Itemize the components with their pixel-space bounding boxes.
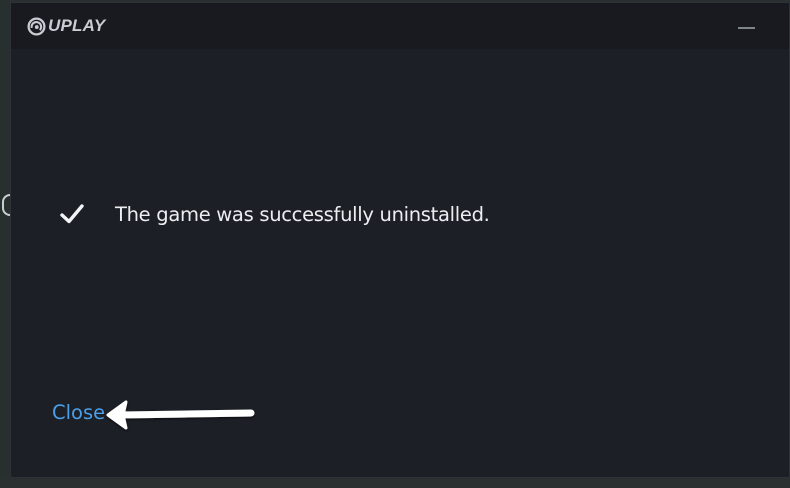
arrow-left-icon [106, 400, 255, 430]
background-bottom-strip [0, 478, 790, 488]
uplay-swirl-icon [27, 16, 46, 36]
background-glyph [2, 194, 10, 216]
logo-text: UPLAY [48, 16, 106, 35]
uplay-logo: UPLAY [27, 15, 105, 37]
checkmark-icon [60, 204, 84, 224]
status-message: The game was successfully uninstalled. [59, 199, 490, 229]
background-app-strip [0, 0, 10, 488]
minimize-button[interactable] [735, 17, 759, 37]
minimize-icon [738, 27, 755, 29]
message-text: The game was successfully uninstalled. [115, 202, 490, 226]
titlebar[interactable]: UPLAY [11, 3, 789, 49]
